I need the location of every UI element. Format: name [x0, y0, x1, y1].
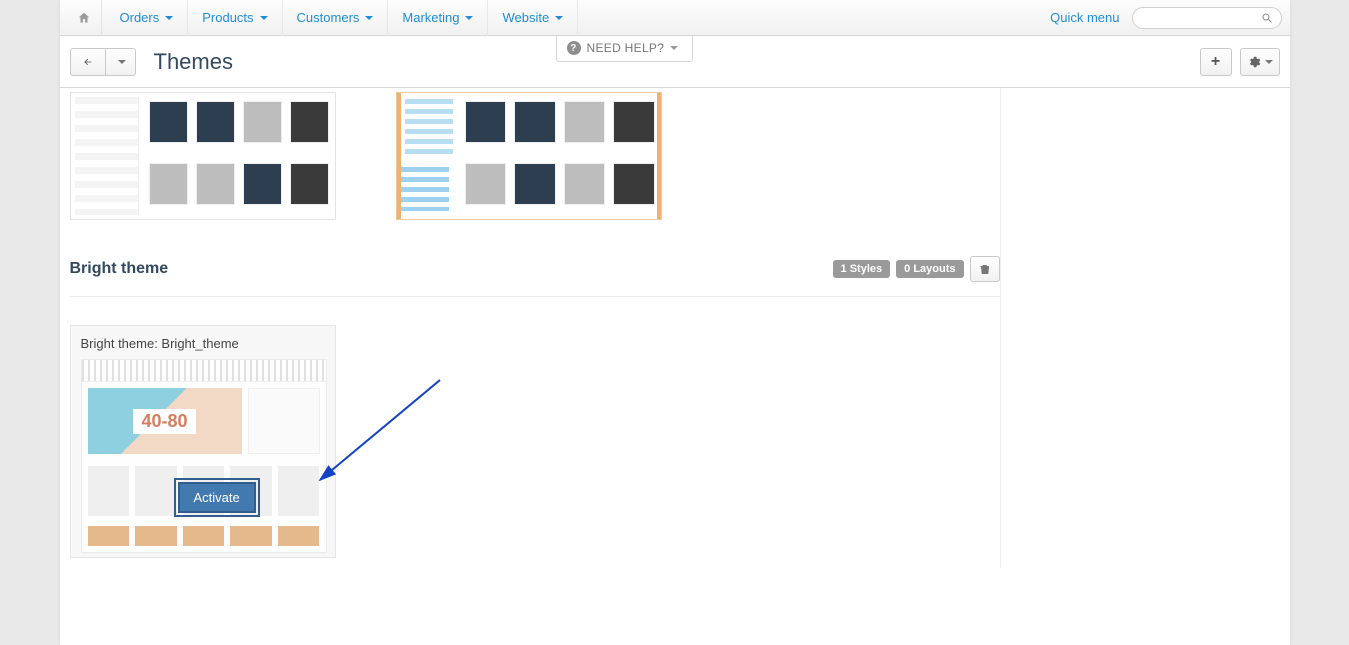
need-help-label: NEED HELP?: [587, 41, 665, 55]
existing-themes-row: [70, 88, 1000, 250]
settings-button[interactable]: [1240, 48, 1280, 76]
search-icon: [1261, 12, 1273, 24]
caret-down-icon: [260, 16, 268, 20]
page-title: Themes: [154, 49, 233, 75]
back-history-dropdown[interactable]: [106, 48, 136, 76]
menu-label: Marketing: [402, 10, 459, 25]
caret-down-icon: [365, 16, 373, 20]
caret-down-icon: [465, 16, 473, 20]
menu-label: Products: [202, 10, 253, 25]
menu-website[interactable]: Website: [488, 0, 578, 36]
banner-number: 40-80: [133, 409, 195, 434]
menu-orders[interactable]: Orders: [106, 0, 189, 36]
theme-thumbnail[interactable]: [70, 92, 336, 220]
styles-badge[interactable]: 1 Styles: [833, 260, 891, 278]
content-area: Bright theme 1 Styles 0 Layouts Bright t…: [60, 88, 1290, 608]
menu-label: Customers: [297, 10, 360, 25]
right-sidebar: [1000, 88, 1280, 568]
menu-customers[interactable]: Customers: [283, 0, 389, 36]
add-button[interactable]: +: [1200, 48, 1232, 76]
trash-icon: [979, 263, 991, 276]
theme-card: Bright theme: Bright_theme 40-80 Activat…: [70, 325, 336, 558]
top-nav: Orders Products Customers Marketing Webs…: [60, 0, 1290, 36]
home-icon[interactable]: [68, 0, 102, 36]
layouts-badge[interactable]: 0 Layouts: [896, 260, 963, 278]
question-icon: ?: [567, 41, 581, 55]
activate-button[interactable]: Activate: [178, 482, 256, 513]
menu-marketing[interactable]: Marketing: [388, 0, 488, 36]
menu-products[interactable]: Products: [188, 0, 282, 36]
delete-theme-button[interactable]: [970, 256, 1000, 282]
caret-down-icon: [670, 46, 678, 50]
theme-section-title: Bright theme: [70, 260, 169, 278]
app-window: ? NEED HELP? Orders Products Customers M…: [60, 0, 1290, 645]
menu-label: Website: [502, 10, 549, 25]
back-button[interactable]: [70, 48, 106, 76]
theme-section-header: Bright theme 1 Styles 0 Layouts: [70, 250, 1000, 297]
back-button-group: [70, 48, 136, 76]
search-input[interactable]: [1132, 7, 1282, 29]
caret-down-icon: [1265, 60, 1273, 64]
caret-down-icon: [165, 16, 173, 20]
theme-card-title: Bright theme: Bright_theme: [81, 336, 325, 351]
quick-menu-link[interactable]: Quick menu: [1050, 10, 1119, 25]
menu-label: Orders: [120, 10, 160, 25]
gear-icon: [1247, 55, 1261, 69]
theme-thumbnail[interactable]: [396, 92, 662, 220]
theme-preview[interactable]: 40-80 Activate: [81, 359, 327, 553]
need-help-tab[interactable]: ? NEED HELP?: [556, 36, 694, 62]
caret-down-icon: [555, 16, 563, 20]
caret-down-icon: [118, 60, 126, 64]
main-menu: Orders Products Customers Marketing Webs…: [106, 0, 579, 36]
